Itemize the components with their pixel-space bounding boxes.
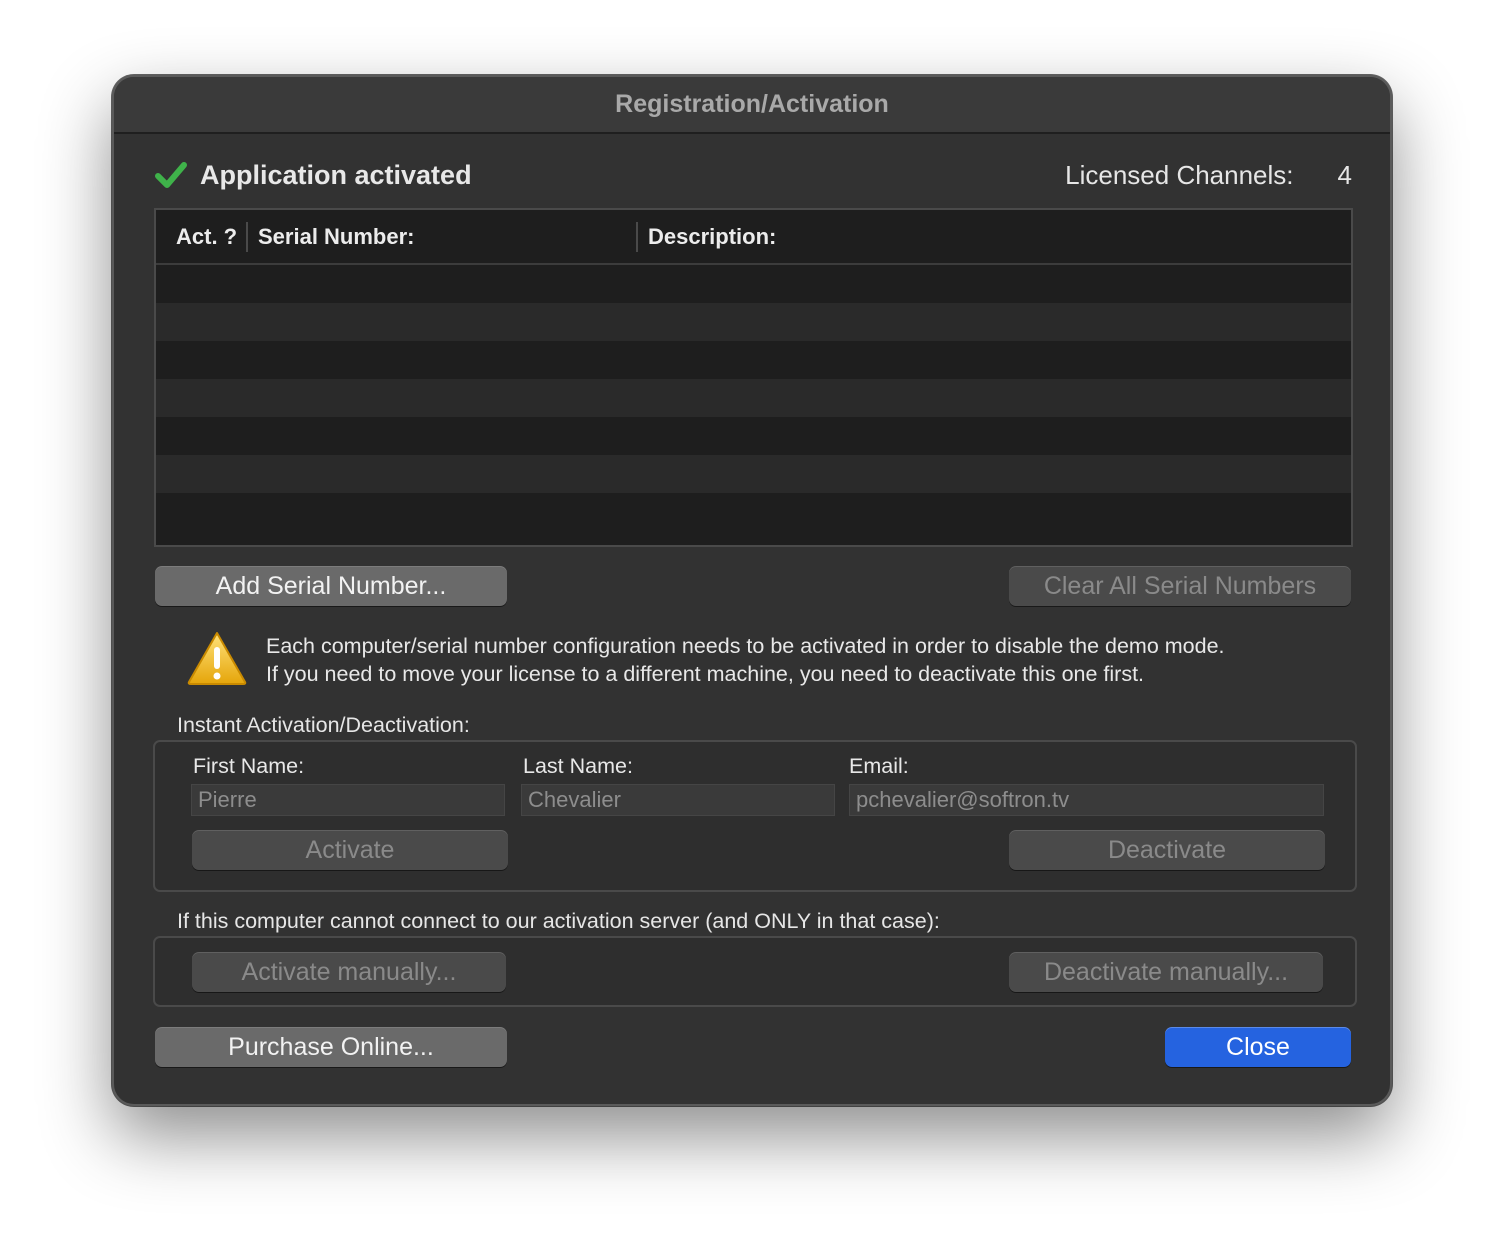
last-name-label: Last Name: (523, 754, 633, 778)
warning-icon (187, 632, 247, 685)
warning-line-1: Each computer/serial number configuratio… (266, 634, 1225, 658)
activation-status: Application activated (154, 155, 472, 195)
table-row[interactable] (156, 417, 1351, 455)
last-name-field[interactable]: Chevalier (521, 784, 835, 816)
email-label: Email: (849, 754, 909, 778)
deactivate-button[interactable]: Deactivate (1009, 830, 1325, 870)
table-row[interactable] (156, 303, 1351, 341)
instant-activation-group: First Name: Last Name: Email: Pierre Che… (153, 740, 1357, 892)
warning-line-2: If you need to move your license to a di… (266, 662, 1145, 686)
serial-number-table[interactable]: Act. ? Serial Number: Description: (154, 208, 1353, 547)
email-field[interactable]: pchevalier@softron.tv (849, 784, 1324, 816)
status-text: Application activated (200, 159, 472, 190)
purchase-online-button[interactable]: Purchase Online... (155, 1027, 507, 1067)
title-bar[interactable]: Registration/Activation (114, 77, 1390, 134)
first-name-label: First Name: (193, 754, 305, 778)
licensed-channels-count: 4 (1337, 159, 1352, 190)
clear-all-serial-numbers-button[interactable]: Clear All Serial Numbers (1009, 566, 1351, 606)
activate-button[interactable]: Activate (192, 830, 508, 870)
deactivate-manually-button[interactable]: Deactivate manually... (1009, 952, 1323, 992)
manual-activation-group: Activate manually... Deactivate manually… (153, 936, 1357, 1007)
manual-activation-label: If this computer cannot connect to our a… (177, 909, 940, 933)
table-header: Act. ? Serial Number: Description: (156, 210, 1351, 265)
column-header-serial-number[interactable]: Serial Number: (248, 221, 638, 252)
table-row[interactable] (156, 455, 1351, 493)
table-row[interactable] (156, 493, 1351, 531)
close-button[interactable]: Close (1165, 1027, 1351, 1067)
checkmark-icon (155, 162, 187, 188)
first-name-field[interactable]: Pierre (191, 784, 505, 816)
table-row[interactable] (156, 265, 1351, 303)
licensed-channels-label: Licensed Channels: (1065, 159, 1294, 190)
licensed-channels: Licensed Channels: 4 (1065, 155, 1352, 195)
table-row[interactable] (156, 379, 1351, 417)
table-row[interactable] (156, 341, 1351, 379)
warning-message: Each computer/serial number configuratio… (186, 630, 1225, 688)
window-title: Registration/Activation (615, 90, 889, 118)
column-header-act[interactable]: Act. ? (156, 221, 248, 252)
column-header-description[interactable]: Description: (638, 222, 776, 252)
activate-manually-button[interactable]: Activate manually... (192, 952, 506, 992)
add-serial-number-button[interactable]: Add Serial Number... (155, 566, 507, 606)
registration-window: Registration/Activation Application acti… (112, 75, 1392, 1106)
warning-text: Each computer/serial number configuratio… (266, 630, 1225, 688)
instant-activation-label: Instant Activation/Deactivation: (177, 713, 470, 737)
